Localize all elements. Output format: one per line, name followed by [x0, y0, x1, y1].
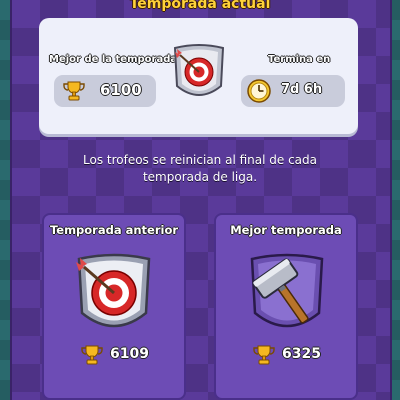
previous-season-trophies: 6109: [110, 346, 149, 362]
page-title: Temporada actual: [129, 0, 271, 12]
best-season-card: Mejor temporada 6325: [214, 213, 358, 400]
clock-icon: [247, 79, 271, 103]
season-ends-pill: 7d 6h: [241, 75, 345, 107]
previous-season-label: Temporada anterior: [49, 223, 179, 237]
reset-info-line-1: Los trofeos se reinician al final de cad…: [83, 153, 317, 167]
best-season-trophies: 6325: [282, 346, 321, 362]
best-season-label: Mejor temporada: [230, 223, 342, 237]
target-arrow-shield-icon: [76, 253, 151, 328]
hammer-shield-icon: [250, 253, 324, 328]
season-ends-label: Termina en: [268, 54, 331, 65]
trophy-icon: [253, 345, 275, 365]
trophy-icon: [81, 345, 103, 365]
current-season-card: Mejor de la temporada 6100 Termina en 7d…: [39, 18, 358, 134]
best-trophies-pill: 6100: [54, 75, 156, 107]
reset-info-line-2: temporada de liga.: [142, 170, 258, 184]
best-season-label: Mejor de la temporada: [49, 54, 178, 65]
target-arrow-shield-icon: [173, 44, 225, 96]
trophy-icon: [63, 81, 85, 101]
season-ends-value: 7d 6h: [281, 82, 323, 97]
previous-season-card: Temporada anterior 6109: [42, 213, 186, 400]
reset-info-text: Los trofeos se reinician al final de cad…: [40, 152, 360, 186]
best-trophies-value: 6100: [100, 81, 142, 99]
